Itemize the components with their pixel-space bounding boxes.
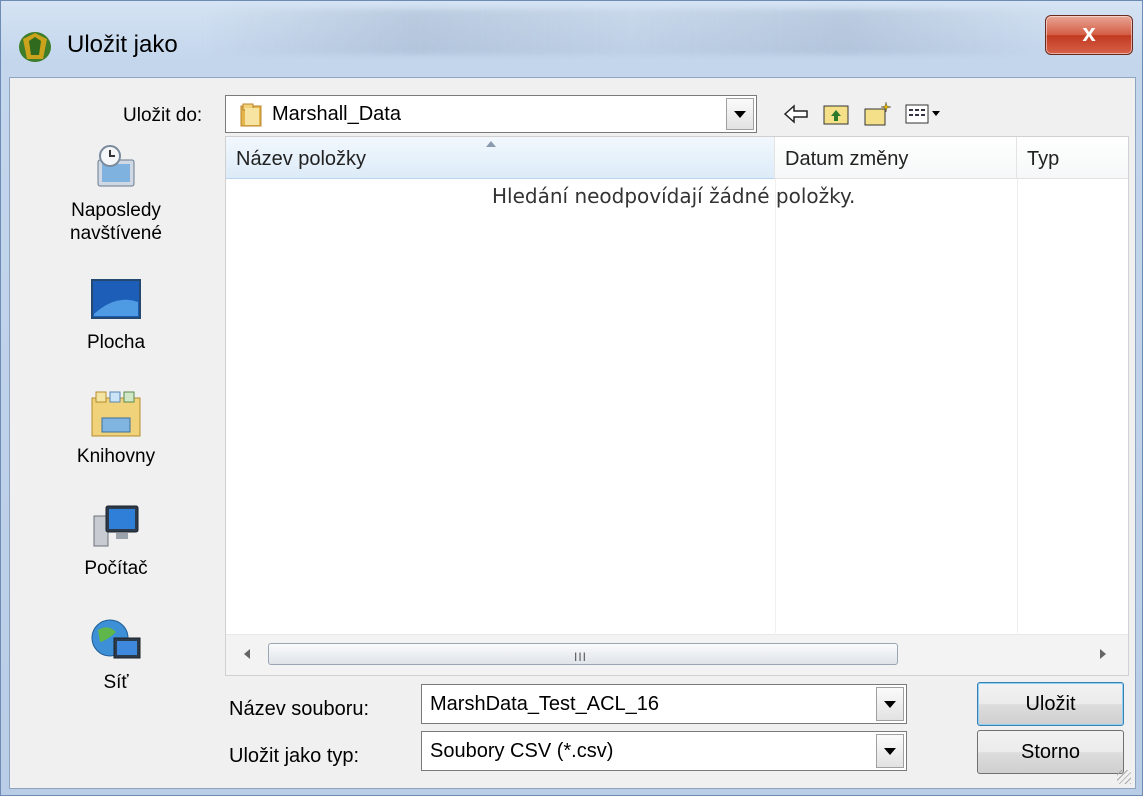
recent-places-icon [97,145,135,187]
chevron-down-icon [884,747,896,755]
places-bar: Naposledy navštívené Plocha Knihovny Poč… [16,142,216,693]
save-in-dropdown-button[interactable] [726,98,754,130]
file-name-dropdown-button[interactable] [876,687,904,721]
scroll-left-icon[interactable] [244,649,250,659]
chevron-down-icon [884,700,896,708]
new-folder-icon[interactable] [862,100,892,128]
cancel-button[interactable]: Storno [977,730,1124,774]
place-label-recent-line1: Naposledy [71,200,161,221]
save-in-value: Marshall_Data [272,103,401,125]
dialog-window: Uložit jako x Uložit do: Marshall_Data N… [0,0,1143,796]
place-recent[interactable]: Naposledy navštívené [16,142,216,245]
file-type-select[interactable]: Soubory CSV (*.csv) [421,731,907,771]
resize-grip[interactable] [1117,770,1131,784]
file-name-label: Název souboru: [229,698,370,720]
file-type-label: Uložit jako typ: [229,745,360,767]
empty-list-message: Hledání neodpovídají žádné položky. [492,184,856,208]
computer-icon [93,505,139,547]
chevron-down-icon [734,110,746,118]
column-divider [775,179,776,633]
place-label-recent-line2: navštívené [70,223,162,244]
scrollbar-thumb[interactable]: III [268,643,898,665]
save-in-combo[interactable]: Marshall_Data [225,95,757,133]
place-label-desktop: Plocha [86,332,146,353]
background-blur [201,9,1061,55]
place-network[interactable]: Síť [16,614,216,694]
save-button[interactable]: Uložit [977,682,1124,726]
title-bar[interactable]: Uložit jako x [1,1,1142,85]
desktop-icon [91,279,141,319]
column-header-date[interactable]: Datum změny [775,137,1017,179]
scrollbar-grip: III [574,650,588,664]
back-arrow-icon[interactable] [781,100,811,128]
column-header-type[interactable]: Typ [1017,137,1128,179]
up-folder-icon[interactable] [821,100,851,128]
scroll-right-icon[interactable] [1100,649,1106,659]
place-label-recent: Naposledy navštívené [16,199,216,245]
dialog-client: Uložit do: Marshall_Data Naposledy navšt… [9,77,1136,789]
sort-ascending-icon [486,141,496,147]
column-divider [1017,179,1018,633]
column-header-name[interactable]: Název položky [226,137,775,179]
place-label-computer: Počítač [84,558,148,579]
place-libraries[interactable]: Knihovny [16,388,216,468]
file-list[interactable]: Název položky Datum změny Typ Hledání ne… [225,136,1129,676]
column-header-date-label: Datum změny [785,148,909,170]
app-icon [19,32,51,62]
place-label-network: Síť [103,672,129,693]
file-name-value[interactable]: MarshData_Test_ACL_16 [430,693,659,716]
file-type-dropdown-button[interactable] [876,734,904,768]
column-header-type-label: Typ [1027,148,1060,170]
place-computer[interactable]: Počítač [16,500,216,580]
place-label-libraries: Knihovny [76,446,156,467]
window-title: Uložit jako [67,31,178,58]
place-desktop[interactable]: Plocha [16,274,216,354]
libraries-icon [91,391,141,437]
close-button[interactable]: x [1045,15,1133,55]
file-type-value: Soubory CSV (*.csv) [430,740,614,762]
save-in-label: Uložit do: [123,105,203,126]
network-icon [91,619,141,659]
view-menu-icon[interactable] [904,100,944,128]
horizontal-scrollbar[interactable]: III [226,634,1128,675]
folder-icon [240,103,262,127]
file-name-field[interactable]: MarshData_Test_ACL_16 [421,684,907,724]
column-header-name-label: Název položky [236,148,367,170]
